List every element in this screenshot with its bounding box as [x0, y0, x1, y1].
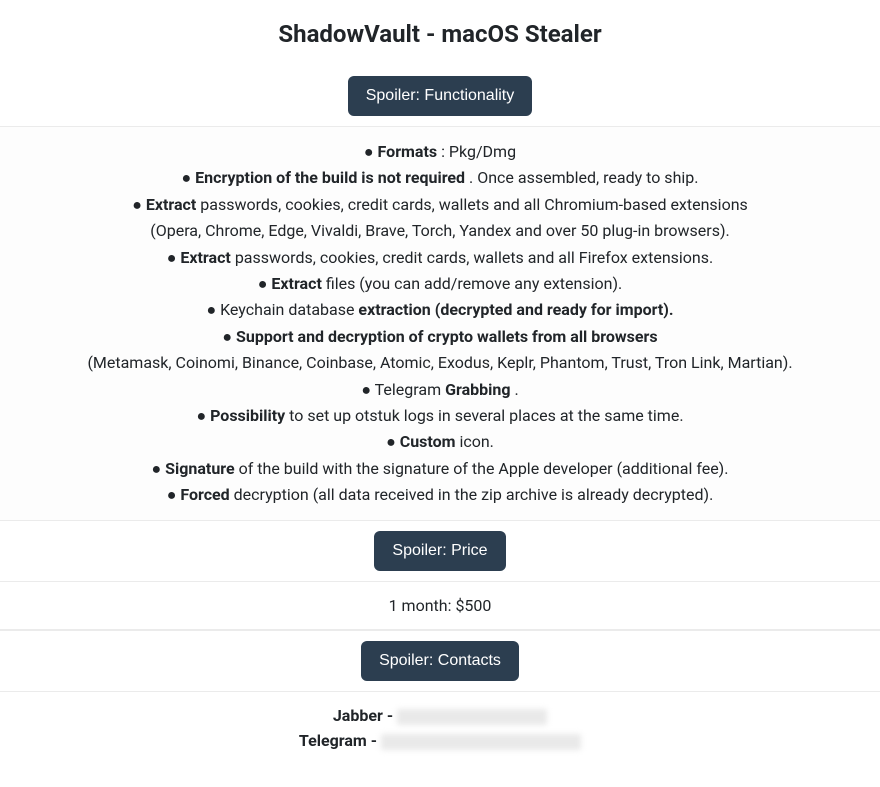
- spoiler-row-functionality: Spoiler: Functionality: [0, 66, 880, 127]
- feature-line: ● Extract passwords, cookies, credit car…: [20, 192, 860, 218]
- spoiler-row-price: Spoiler: Price: [0, 520, 880, 582]
- price-content: 1 month: $500: [0, 582, 880, 630]
- feature-line: ● Encryption of the build is not require…: [20, 165, 860, 191]
- spoiler-functionality-button[interactable]: Spoiler: Functionality: [348, 76, 533, 116]
- feature-line: ● Formats : Pkg/Dmg: [20, 139, 860, 165]
- feature-line: ● Signature of the build with the signat…: [20, 456, 860, 482]
- jabber-label: Jabber -: [333, 704, 393, 729]
- page-title: ShadowVault - macOS Stealer: [0, 0, 880, 66]
- spoiler-price-button[interactable]: Spoiler: Price: [374, 531, 505, 571]
- feature-line: ● Custom icon.: [20, 429, 860, 455]
- feature-line: ● Support and decryption of crypto walle…: [20, 324, 860, 350]
- redacted-value: [397, 709, 547, 725]
- functionality-content: ● Formats : Pkg/Dmg ● Encryption of the …: [0, 127, 880, 520]
- feature-line: ● Extract files (you can add/remove any …: [20, 271, 860, 297]
- redacted-value: [381, 734, 581, 750]
- spoiler-row-contacts: Spoiler: Contacts: [0, 630, 880, 692]
- feature-line: (Metamask, Coinomi, Binance, Coinbase, A…: [20, 350, 860, 376]
- contact-telegram: Telegram -: [0, 729, 880, 754]
- feature-line: ● Telegram Grabbing .: [20, 377, 860, 403]
- spoiler-contacts-button[interactable]: Spoiler: Contacts: [361, 641, 519, 681]
- contacts-content: Jabber - Telegram -: [0, 692, 880, 772]
- feature-line: ● Possibility to set up otstuk logs in s…: [20, 403, 860, 429]
- telegram-label: Telegram -: [299, 729, 377, 754]
- feature-line: (Opera, Chrome, Edge, Vivaldi, Brave, To…: [20, 218, 860, 244]
- feature-line: ● Extract passwords, cookies, credit car…: [20, 245, 860, 271]
- contact-jabber: Jabber -: [0, 704, 880, 729]
- feature-line: ● Keychain database extraction (decrypte…: [20, 297, 860, 323]
- feature-line: ● Forced decryption (all data received i…: [20, 482, 860, 508]
